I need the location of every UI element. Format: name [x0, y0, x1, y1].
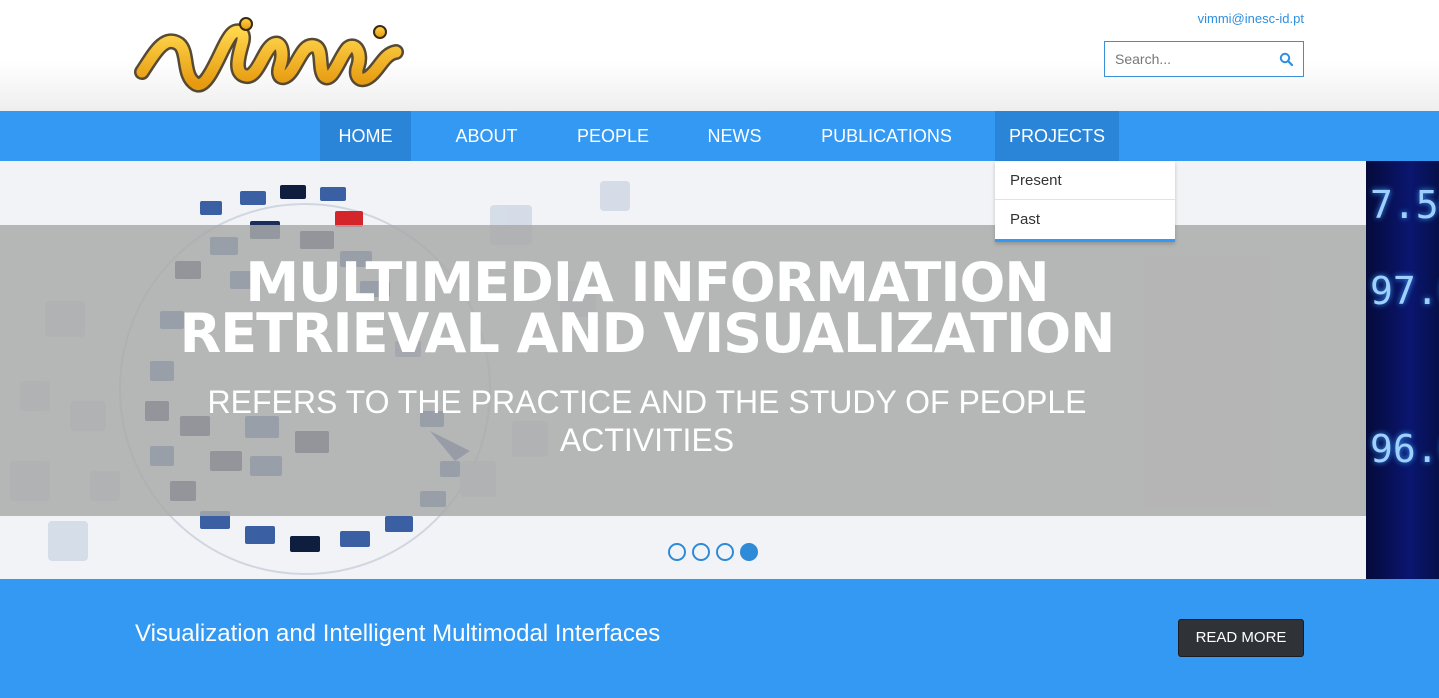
- nav-news[interactable]: NEWS: [694, 111, 775, 161]
- slide-subtitle: REFERS TO THE PRACTICE AND THE STUDY OF …: [0, 383, 1294, 459]
- next-slide-peek[interactable]: 7.56 97.0 96.0: [1366, 161, 1439, 579]
- peek-number-1: 7.56: [1370, 183, 1439, 227]
- slider-dot-2[interactable]: [692, 543, 710, 561]
- search-icon[interactable]: [1279, 52, 1293, 66]
- nav-home[interactable]: HOME: [320, 111, 411, 161]
- nav-projects[interactable]: PROJECTS: [995, 111, 1119, 161]
- site-header: vimmi@inesc-id.pt: [0, 0, 1439, 111]
- nav-people[interactable]: PEOPLE: [566, 111, 660, 161]
- peek-number-2: 97.0: [1370, 269, 1439, 313]
- slider-dot-3[interactable]: [716, 543, 734, 561]
- slide-subtitle-line-2: ACTIVITIES: [559, 422, 735, 458]
- slide-title-line-2: RETRIEVAL AND VISUALIZATION: [179, 302, 1116, 365]
- slider-pagination: [668, 543, 764, 563]
- dropdown-item-present[interactable]: Present: [995, 161, 1175, 200]
- slide-title: MULTIMEDIA INFORMATION RETRIEVAL AND VIS…: [0, 251, 1294, 365]
- main-nav: HOME ABOUT PEOPLE NEWS PUBLICATIONS PROJ…: [0, 111, 1439, 161]
- hero-slider: 7.56 97.0 96.0 MULTIMEDIA INFORMATION RE…: [0, 161, 1439, 579]
- projects-dropdown-menu: Present Past: [995, 161, 1175, 242]
- slider-dot-4[interactable]: [740, 543, 758, 561]
- slider-dot-1[interactable]: [668, 543, 686, 561]
- contact-email-link[interactable]: vimmi@inesc-id.pt: [1198, 11, 1304, 26]
- nav-about[interactable]: ABOUT: [440, 111, 533, 161]
- search-box: [1104, 41, 1304, 77]
- read-more-button[interactable]: READ MORE: [1178, 619, 1304, 657]
- dropdown-item-past[interactable]: Past: [995, 200, 1175, 239]
- search-input[interactable]: [1105, 42, 1265, 76]
- peek-number-3: 96.0: [1370, 427, 1439, 471]
- vimmi-logo[interactable]: [134, 14, 404, 98]
- slide-title-line-1: MULTIMEDIA INFORMATION: [245, 251, 1049, 314]
- callout-band: Visualization and Intelligent Multimodal…: [0, 579, 1439, 698]
- nav-publications[interactable]: PUBLICATIONS: [807, 111, 966, 161]
- slide-subtitle-line-1: REFERS TO THE PRACTICE AND THE STUDY OF …: [207, 384, 1087, 420]
- callout-title: Visualization and Intelligent Multimodal…: [135, 620, 661, 647]
